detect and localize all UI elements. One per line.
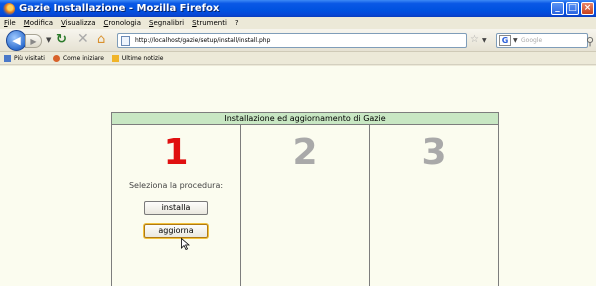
search-go-icon[interactable]: ⚲ <box>586 35 594 48</box>
window-controls: _ □ × <box>551 2 594 15</box>
bookmark-label: Più visitati <box>14 54 45 62</box>
mouse-cursor-icon <box>181 238 190 250</box>
step-column-2: 2 <box>241 125 370 286</box>
menu-segnalibri[interactable]: Segnalibri <box>145 19 188 27</box>
home-icon[interactable]: ⌂ <box>97 32 105 47</box>
menu-file[interactable]: File <box>0 19 20 27</box>
bookmark-star-icon[interactable]: ☆ <box>470 34 479 45</box>
search-placeholder[interactable]: Google <box>521 37 542 44</box>
bookmarks-folder-icon <box>4 54 11 62</box>
minimize-button[interactable]: _ <box>551 2 564 15</box>
close-button[interactable]: × <box>581 2 594 15</box>
bookmark-come-iniziare[interactable]: Come iniziare <box>52 54 104 62</box>
stop-icon[interactable]: ✕ <box>77 31 89 47</box>
back-button[interactable]: ◀ <box>6 30 27 51</box>
bookmark-piu-visitati[interactable]: Più visitati <box>4 54 45 62</box>
procedure-label: Seleziona la procedura: <box>128 181 224 190</box>
menu-modifica[interactable]: Modifica <box>20 19 57 27</box>
installation-table: Installazione ed aggiornamento di Gazie … <box>111 112 499 286</box>
window-titlebar: Gazie Installazione - Mozilla Firefox _ … <box>0 0 596 17</box>
steps-row: 1 Seleziona la procedura: installa aggio… <box>112 125 498 286</box>
navigation-toolbar: ◀ ▶ ▼ ↻ ✕ ⌂ http://localhost/gazie/setup… <box>0 29 596 52</box>
bookmark-ultime-notizie[interactable]: Ultime notizie <box>111 54 164 62</box>
rss-feed-icon <box>111 54 119 62</box>
firefox-bookmark-icon <box>52 54 60 62</box>
menu-help[interactable]: ? <box>231 19 243 27</box>
window-title: Gazie Installazione - Mozilla Firefox <box>19 3 220 14</box>
address-bar[interactable]: http://localhost/gazie/setup/install/ins… <box>117 33 467 48</box>
bookmark-label: Ultime notizie <box>121 54 164 62</box>
maximize-button[interactable]: □ <box>566 2 579 15</box>
step-number-2: 2 <box>292 132 318 173</box>
step-number-1: 1 <box>163 132 189 173</box>
firefox-icon <box>3 2 15 15</box>
page-content: Installazione ed aggiornamento di Gazie … <box>0 66 596 286</box>
table-header: Installazione ed aggiornamento di Gazie <box>112 113 498 125</box>
search-engine-dropdown-icon[interactable]: ▼ <box>513 37 518 44</box>
menu-strumenti[interactable]: Strumenti <box>188 19 231 27</box>
reload-icon[interactable]: ↻ <box>56 32 67 47</box>
history-dropdown-icon[interactable]: ▼ <box>46 36 51 44</box>
bookmarks-toolbar: Più visitati Come iniziare Ultime notizi… <box>0 52 596 65</box>
install-button[interactable]: installa <box>144 201 208 215</box>
step-column-3: 3 <box>370 125 498 286</box>
address-text[interactable]: http://localhost/gazie/setup/install/ins… <box>135 37 270 44</box>
page-favicon-icon <box>121 36 130 46</box>
menu-visualizza[interactable]: Visualizza <box>57 19 100 27</box>
forward-button[interactable]: ▶ <box>25 34 42 48</box>
update-button[interactable]: aggiorna <box>144 224 208 238</box>
search-bar[interactable]: G ▼ Google <box>496 33 588 48</box>
step-column-1: 1 Seleziona la procedura: installa aggio… <box>112 125 241 286</box>
step-number-3: 3 <box>421 132 447 173</box>
bookmark-label: Come iniziare <box>62 54 104 62</box>
menu-cronologia[interactable]: Cronologia <box>100 19 146 27</box>
address-dropdown-icon[interactable]: ▼ <box>482 37 487 44</box>
menu-bar: File Modifica Visualizza Cronologia Segn… <box>0 17 596 29</box>
search-engine-icon[interactable]: G <box>499 35 511 46</box>
